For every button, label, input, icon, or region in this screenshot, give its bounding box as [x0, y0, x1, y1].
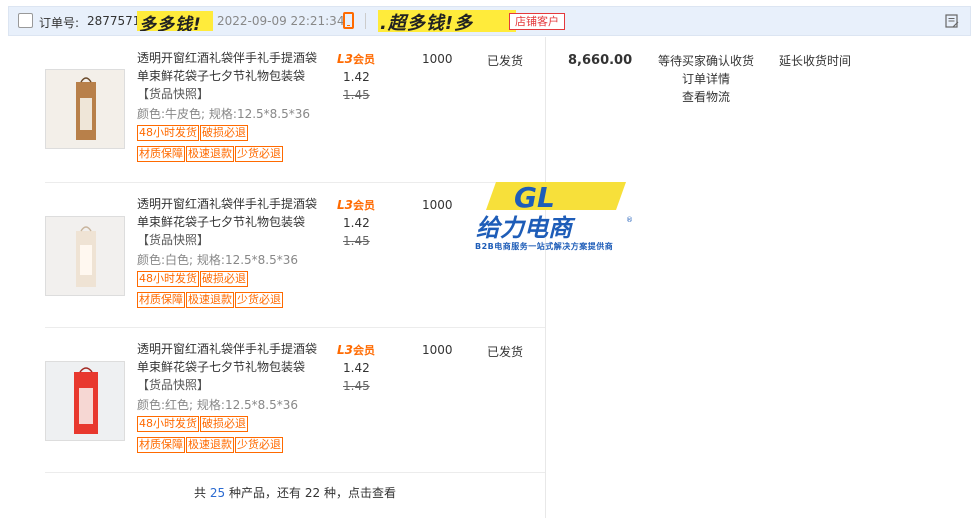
service-tag: 材质保障	[137, 437, 185, 453]
unit-price: 1.42	[343, 361, 370, 375]
service-tags: 48小时发货 破损必退 材质保障 极速退款 少货必退	[137, 125, 317, 167]
redaction-mark-2: .超多钱!多	[378, 10, 516, 32]
product-row: 透明开窗红酒礼袋伴手礼手提酒袋单束鲜花袋子七夕节礼物包装袋 【货品快照】 颜色:…	[45, 327, 545, 472]
service-tag: 破损必退	[200, 271, 248, 287]
service-tag: 极速退款	[186, 292, 234, 308]
order-time: 2022-09-09 22:21:34	[217, 14, 345, 28]
product-spec: 颜色:牛皮色; 规格:12.5*8.5*36	[137, 107, 311, 121]
product-thumbnail[interactable]	[45, 361, 125, 441]
order-status-text: 等待买家确认收货	[658, 54, 755, 68]
watermark-tagline: B2B电商服务一站式解决方案提供商	[475, 242, 614, 251]
service-tag: 48小时发货	[137, 271, 199, 287]
redaction-mark: 多多钱!	[137, 11, 213, 31]
order-header: 订单号: 28775717 多多钱! 2022-09-09 22:21:34 .…	[8, 6, 971, 36]
service-tag: 破损必退	[200, 125, 248, 141]
product-title[interactable]: 透明开窗红酒礼袋伴手礼手提酒袋单束鲜花袋子七夕节礼物包装袋 【货品快照】	[137, 49, 317, 103]
service-tag: 少货必退	[235, 146, 283, 162]
quantity: 1000	[422, 343, 453, 357]
service-tag: 48小时发货	[137, 125, 199, 141]
member-level-badge: L3会员	[337, 343, 375, 357]
service-tag: 少货必退	[235, 437, 283, 453]
view-logistics-link[interactable]: 查看物流	[658, 88, 754, 106]
unit-price: 1.42	[343, 216, 370, 230]
product-thumbnail[interactable]	[45, 69, 125, 149]
product-row: 透明开窗红酒礼袋伴手礼手提酒袋单束鲜花袋子七夕节礼物包装袋 【货品快照】 颜色:…	[45, 37, 545, 182]
quantity: 1000	[422, 198, 453, 212]
member-level-badge: L3会员	[337, 198, 375, 212]
order-state: 等待买家确认收货 订单详情 查看物流	[658, 52, 754, 106]
product-thumbnail[interactable]	[45, 216, 125, 296]
svg-text:®: ®	[626, 216, 633, 224]
shipping-status: 已发货	[487, 54, 524, 68]
order-detail-link[interactable]: 订单详情	[658, 70, 754, 88]
snapshot-link[interactable]: 【货品快照】	[137, 378, 209, 392]
original-price: 1.45	[343, 88, 370, 102]
shipping-status: 已发货	[487, 345, 524, 359]
service-tag: 极速退款	[186, 146, 234, 162]
service-tag: 材质保障	[137, 146, 185, 162]
more-kinds: 22	[304, 486, 321, 500]
product-title[interactable]: 透明开窗红酒礼袋伴手礼手提酒袋单束鲜花袋子七夕节礼物包装袋 【货品快照】	[137, 195, 317, 249]
select-order-checkbox[interactable]	[18, 13, 33, 28]
quantity: 1000	[422, 52, 453, 66]
logo-text: 给力电商	[476, 214, 576, 242]
mobile-order-icon	[343, 12, 354, 29]
order-total: 8,660.00	[568, 53, 633, 68]
original-price: 1.45	[343, 379, 370, 393]
service-tag: 48小时发货	[137, 416, 199, 432]
snapshot-link[interactable]: 【货品快照】	[137, 87, 209, 101]
note-icon[interactable]	[945, 14, 959, 28]
member-level-badge: L3会员	[337, 52, 375, 66]
product-spec: 颜色:红色; 规格:12.5*8.5*36	[137, 398, 299, 412]
product-row: 透明开窗红酒礼袋伴手礼手提酒袋单束鲜花袋子七夕节礼物包装袋 【货品快照】 颜色:…	[45, 182, 545, 327]
order-number-label: 订单号:	[39, 16, 80, 30]
extend-receipt-link[interactable]: 延长收货时间	[779, 52, 851, 69]
total-kinds: 25	[209, 486, 226, 500]
service-tag: 破损必退	[200, 416, 248, 432]
product-count-footer[interactable]: 共 25 种产品，还有 22 种，点击查看	[45, 472, 545, 518]
service-tags: 48小时发货 破损必退 材质保障 极速退款 少货必退	[137, 416, 317, 458]
service-tag: 材质保障	[137, 292, 185, 308]
service-tag: 少货必退	[235, 292, 283, 308]
product-title[interactable]: 透明开窗红酒礼袋伴手礼手提酒袋单束鲜花袋子七夕节礼物包装袋 【货品快照】	[137, 340, 317, 394]
unit-price: 1.42	[343, 70, 370, 84]
column-divider	[545, 37, 546, 518]
original-price: 1.45	[343, 234, 370, 248]
service-tag: 极速退款	[186, 437, 234, 453]
header-divider	[365, 13, 366, 29]
snapshot-link[interactable]: 【货品快照】	[137, 233, 209, 247]
logo-mark: GL	[514, 181, 555, 214]
product-spec: 颜色:白色; 规格:12.5*8.5*36	[137, 253, 299, 267]
service-tags: 48小时发货 破损必退 材质保障 极速退款 少货必退	[137, 271, 317, 313]
store-customer-badge: 店铺客户	[509, 13, 565, 30]
